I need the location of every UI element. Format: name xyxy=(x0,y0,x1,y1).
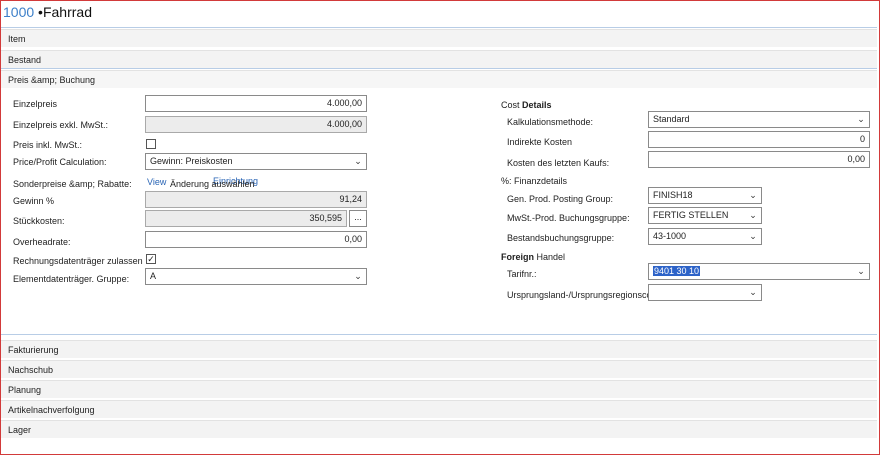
sonderpreise-label: Sonderpreise &amp; Rabatte: xyxy=(13,179,132,189)
overheadrate-label: Overheadrate: xyxy=(13,237,71,247)
chevron-down-icon: ⌄ xyxy=(857,114,865,124)
gewinn-field: 91,24 xyxy=(145,191,367,208)
item-number: 1000 xyxy=(3,4,35,20)
cost-details-heading: Cost Details xyxy=(501,99,552,111)
price-calc-select[interactable]: Gewinn: Preiskosten ⌄ xyxy=(145,153,367,170)
details-title: Details xyxy=(522,100,552,110)
tab-item[interactable]: Item xyxy=(1,29,877,47)
einzelpreis-label: Einzelpreis xyxy=(13,99,58,109)
indirekte-kosten-label: Indirekte Kosten xyxy=(507,137,573,147)
mwst-prod-select[interactable]: FERTIG STELLEN ⌄ xyxy=(648,207,762,224)
overheadrate-field[interactable]: 0,00 xyxy=(145,231,367,248)
foreign-handel-heading: Foreign Handel xyxy=(501,251,565,263)
title-separator: • xyxy=(34,4,43,20)
gen-prod-label: Gen. Prod. Posting Group: xyxy=(507,194,614,204)
tab-nachschub[interactable]: Nachschub xyxy=(1,360,877,378)
gewinn-label: Gewinn % xyxy=(13,196,55,206)
cost-prefix: Cost xyxy=(501,100,520,110)
stueckkosten-field: 350,595 xyxy=(145,210,347,227)
tab-lager[interactable]: Lager xyxy=(1,420,877,438)
kalkulationsmethode-value: Standard xyxy=(653,114,690,124)
tarifnr-label: Tarifnr.: xyxy=(507,269,537,279)
kosten-letzter-kauf-label: Kosten des letzten Kaufs: xyxy=(507,158,610,168)
ursprungsland-label: Ursprungsland-/Ursprungsregionscode xyxy=(507,290,662,300)
stueckkosten-lookup-button[interactable]: ... xyxy=(349,210,367,227)
indirekte-kosten-field[interactable]: 0 xyxy=(648,131,870,148)
tarifnr-value: 9401 30 10 xyxy=(653,266,701,276)
gen-prod-select[interactable]: FINISH18 ⌄ xyxy=(648,187,762,204)
chevron-down-icon: ⌄ xyxy=(354,271,362,281)
einzelpreis-exkl-label: Einzelpreis exkl. MwSt.: xyxy=(13,120,109,130)
ursprungsland-select[interactable]: ⌄ xyxy=(648,284,762,301)
divider xyxy=(1,27,877,28)
chevron-down-icon: ⌄ xyxy=(354,156,362,166)
mwst-prod-label: MwSt.-Prod. Buchungsgruppe: xyxy=(507,213,630,223)
preis-inkl-label: Preis inkl. MwSt.: xyxy=(13,140,83,150)
chevron-down-icon: ⌄ xyxy=(749,287,757,297)
bestandsbuchung-value: 43-1000 xyxy=(653,231,687,241)
view-link[interactable]: View xyxy=(147,176,166,188)
bestandsbuchung-select[interactable]: 43-1000 ⌄ xyxy=(648,228,762,245)
elementdaten-select[interactable]: A ⌄ xyxy=(145,268,367,285)
item-name: Fahrrad xyxy=(42,4,92,20)
gen-prod-value: FINISH18 xyxy=(653,190,693,200)
price-calc-label: Price/Profit Calculation: xyxy=(13,157,107,167)
handel-title: Handel xyxy=(536,252,566,262)
kosten-letzter-kauf-field[interactable]: 0,00 xyxy=(648,151,870,168)
rechnungsdaten-label: Rechnungsdatenträger zulassen xyxy=(13,256,143,266)
chevron-down-icon: ⌄ xyxy=(749,231,757,241)
mwst-prod-value: FERTIG STELLEN xyxy=(653,210,729,220)
price-calc-value: Gewinn: Preiskosten xyxy=(150,156,233,166)
aenderung-auswaehlen-text[interactable]: Änderung auswählen xyxy=(170,178,255,190)
page-title: 1000 •Fahrrad xyxy=(3,3,92,21)
bestandsbuchung-label: Bestandsbuchungsgruppe: xyxy=(507,233,615,243)
preis-inkl-checkbox[interactable] xyxy=(146,139,156,149)
elementdaten-value: A xyxy=(150,271,157,281)
elementdaten-label: Elementdatenträger. Gruppe: xyxy=(13,274,130,284)
finanzdetails-heading: %: Finanzdetails xyxy=(501,176,568,186)
kalkulationsmethode-select[interactable]: Standard ⌄ xyxy=(648,111,870,128)
chevron-down-icon: ⌄ xyxy=(749,190,757,200)
kalkulationsmethode-label: Kalkulationsmethode: xyxy=(507,117,594,127)
tab-planung[interactable]: Planung xyxy=(1,380,877,398)
rechnungsdaten-checkbox[interactable]: ✓ xyxy=(146,254,156,264)
tab-bestand[interactable]: Bestand xyxy=(1,50,877,68)
einzelpreis-field[interactable]: 4.000,00 xyxy=(145,95,367,112)
tarifnr-input[interactable]: 9401 30 10 ⌄ xyxy=(648,263,870,280)
stueckkosten-label: Stückkosten: xyxy=(13,216,65,226)
divider xyxy=(1,68,877,69)
tab-artikelnachverfolgung[interactable]: Artikelnachverfolgung xyxy=(1,400,877,418)
chevron-down-icon: ⌄ xyxy=(857,266,865,276)
foreign-prefix: Foreign xyxy=(501,252,534,262)
divider xyxy=(1,334,877,335)
tab-fakturierung[interactable]: Fakturierung xyxy=(1,340,877,358)
tab-preis-buchung[interactable]: Preis &amp; Buchung xyxy=(1,70,877,88)
chevron-down-icon: ⌄ xyxy=(749,210,757,220)
einzelpreis-exkl-field: 4.000,00 xyxy=(145,116,367,133)
